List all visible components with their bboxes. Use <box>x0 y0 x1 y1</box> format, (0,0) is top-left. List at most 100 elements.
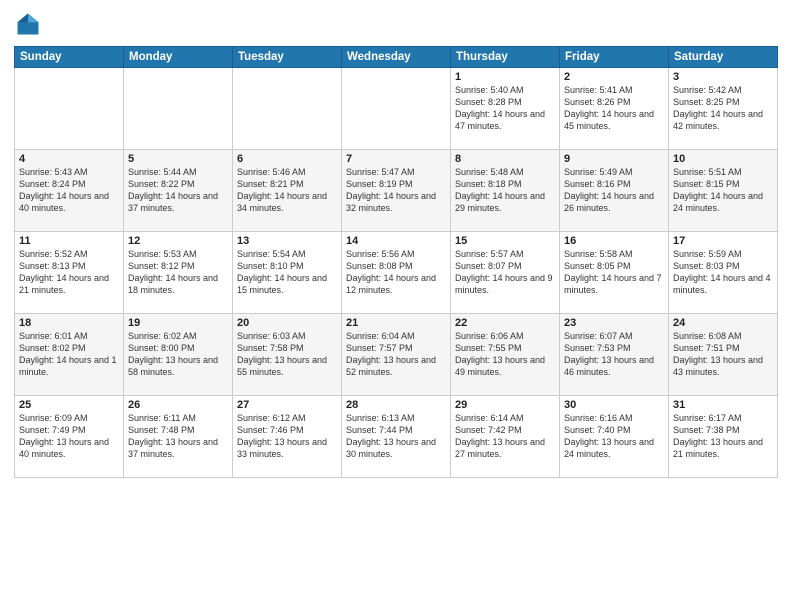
calendar-cell: 10Sunrise: 5:51 AM Sunset: 8:15 PM Dayli… <box>669 150 778 232</box>
calendar-cell: 6Sunrise: 5:46 AM Sunset: 8:21 PM Daylig… <box>233 150 342 232</box>
day-number: 8 <box>455 153 555 165</box>
day-content: Sunrise: 5:47 AM Sunset: 8:19 PM Dayligh… <box>346 166 446 215</box>
day-number: 19 <box>128 317 228 329</box>
day-content: Sunrise: 6:13 AM Sunset: 7:44 PM Dayligh… <box>346 412 446 461</box>
calendar-week-1: 4Sunrise: 5:43 AM Sunset: 8:24 PM Daylig… <box>15 150 778 232</box>
day-number: 15 <box>455 235 555 247</box>
day-number: 16 <box>564 235 664 247</box>
day-content: Sunrise: 5:48 AM Sunset: 8:18 PM Dayligh… <box>455 166 555 215</box>
calendar-week-3: 18Sunrise: 6:01 AM Sunset: 8:02 PM Dayli… <box>15 314 778 396</box>
day-content: Sunrise: 5:52 AM Sunset: 8:13 PM Dayligh… <box>19 248 119 297</box>
day-content: Sunrise: 5:58 AM Sunset: 8:05 PM Dayligh… <box>564 248 664 297</box>
day-number: 4 <box>19 153 119 165</box>
calendar-header-friday: Friday <box>560 47 669 68</box>
calendar-header-sunday: Sunday <box>15 47 124 68</box>
calendar-cell: 30Sunrise: 6:16 AM Sunset: 7:40 PM Dayli… <box>560 396 669 478</box>
day-content: Sunrise: 6:03 AM Sunset: 7:58 PM Dayligh… <box>237 330 337 379</box>
calendar-cell: 9Sunrise: 5:49 AM Sunset: 8:16 PM Daylig… <box>560 150 669 232</box>
day-content: Sunrise: 6:01 AM Sunset: 8:02 PM Dayligh… <box>19 330 119 379</box>
day-number: 21 <box>346 317 446 329</box>
calendar-cell: 19Sunrise: 6:02 AM Sunset: 8:00 PM Dayli… <box>124 314 233 396</box>
day-content: Sunrise: 6:06 AM Sunset: 7:55 PM Dayligh… <box>455 330 555 379</box>
day-number: 17 <box>673 235 773 247</box>
calendar-cell: 4Sunrise: 5:43 AM Sunset: 8:24 PM Daylig… <box>15 150 124 232</box>
day-number: 9 <box>564 153 664 165</box>
calendar-cell <box>342 68 451 150</box>
day-number: 26 <box>128 399 228 411</box>
calendar-header-monday: Monday <box>124 47 233 68</box>
calendar-cell: 7Sunrise: 5:47 AM Sunset: 8:19 PM Daylig… <box>342 150 451 232</box>
calendar-header-wednesday: Wednesday <box>342 47 451 68</box>
day-number: 20 <box>237 317 337 329</box>
calendar-cell <box>15 68 124 150</box>
day-content: Sunrise: 6:09 AM Sunset: 7:49 PM Dayligh… <box>19 412 119 461</box>
header <box>14 10 778 38</box>
calendar-week-0: 1Sunrise: 5:40 AM Sunset: 8:28 PM Daylig… <box>15 68 778 150</box>
calendar-cell: 22Sunrise: 6:06 AM Sunset: 7:55 PM Dayli… <box>451 314 560 396</box>
day-content: Sunrise: 5:42 AM Sunset: 8:25 PM Dayligh… <box>673 84 773 133</box>
day-number: 18 <box>19 317 119 329</box>
day-number: 10 <box>673 153 773 165</box>
calendar-header-tuesday: Tuesday <box>233 47 342 68</box>
calendar-cell: 21Sunrise: 6:04 AM Sunset: 7:57 PM Dayli… <box>342 314 451 396</box>
day-number: 28 <box>346 399 446 411</box>
calendar-header-saturday: Saturday <box>669 47 778 68</box>
page: SundayMondayTuesdayWednesdayThursdayFrid… <box>0 0 792 612</box>
day-content: Sunrise: 6:08 AM Sunset: 7:51 PM Dayligh… <box>673 330 773 379</box>
day-number: 25 <box>19 399 119 411</box>
day-content: Sunrise: 5:49 AM Sunset: 8:16 PM Dayligh… <box>564 166 664 215</box>
day-number: 3 <box>673 71 773 83</box>
calendar-cell: 11Sunrise: 5:52 AM Sunset: 8:13 PM Dayli… <box>15 232 124 314</box>
calendar-cell: 12Sunrise: 5:53 AM Sunset: 8:12 PM Dayli… <box>124 232 233 314</box>
calendar-cell: 1Sunrise: 5:40 AM Sunset: 8:28 PM Daylig… <box>451 68 560 150</box>
calendar-cell: 5Sunrise: 5:44 AM Sunset: 8:22 PM Daylig… <box>124 150 233 232</box>
day-content: Sunrise: 6:12 AM Sunset: 7:46 PM Dayligh… <box>237 412 337 461</box>
day-number: 11 <box>19 235 119 247</box>
calendar-week-2: 11Sunrise: 5:52 AM Sunset: 8:13 PM Dayli… <box>15 232 778 314</box>
day-number: 1 <box>455 71 555 83</box>
day-content: Sunrise: 6:16 AM Sunset: 7:40 PM Dayligh… <box>564 412 664 461</box>
calendar-cell: 18Sunrise: 6:01 AM Sunset: 8:02 PM Dayli… <box>15 314 124 396</box>
day-number: 7 <box>346 153 446 165</box>
day-content: Sunrise: 6:11 AM Sunset: 7:48 PM Dayligh… <box>128 412 228 461</box>
calendar-cell: 15Sunrise: 5:57 AM Sunset: 8:07 PM Dayli… <box>451 232 560 314</box>
calendar-cell: 27Sunrise: 6:12 AM Sunset: 7:46 PM Dayli… <box>233 396 342 478</box>
calendar: SundayMondayTuesdayWednesdayThursdayFrid… <box>14 46 778 478</box>
day-content: Sunrise: 6:02 AM Sunset: 8:00 PM Dayligh… <box>128 330 228 379</box>
day-content: Sunrise: 5:46 AM Sunset: 8:21 PM Dayligh… <box>237 166 337 215</box>
calendar-cell: 28Sunrise: 6:13 AM Sunset: 7:44 PM Dayli… <box>342 396 451 478</box>
calendar-cell: 25Sunrise: 6:09 AM Sunset: 7:49 PM Dayli… <box>15 396 124 478</box>
day-number: 6 <box>237 153 337 165</box>
day-content: Sunrise: 6:17 AM Sunset: 7:38 PM Dayligh… <box>673 412 773 461</box>
calendar-cell <box>124 68 233 150</box>
calendar-header-row: SundayMondayTuesdayWednesdayThursdayFrid… <box>15 47 778 68</box>
day-number: 13 <box>237 235 337 247</box>
logo <box>14 10 46 38</box>
day-content: Sunrise: 5:51 AM Sunset: 8:15 PM Dayligh… <box>673 166 773 215</box>
day-content: Sunrise: 5:54 AM Sunset: 8:10 PM Dayligh… <box>237 248 337 297</box>
day-number: 27 <box>237 399 337 411</box>
calendar-cell: 26Sunrise: 6:11 AM Sunset: 7:48 PM Dayli… <box>124 396 233 478</box>
day-number: 23 <box>564 317 664 329</box>
day-number: 24 <box>673 317 773 329</box>
calendar-cell: 23Sunrise: 6:07 AM Sunset: 7:53 PM Dayli… <box>560 314 669 396</box>
calendar-cell: 31Sunrise: 6:17 AM Sunset: 7:38 PM Dayli… <box>669 396 778 478</box>
calendar-cell: 8Sunrise: 5:48 AM Sunset: 8:18 PM Daylig… <box>451 150 560 232</box>
calendar-cell: 13Sunrise: 5:54 AM Sunset: 8:10 PM Dayli… <box>233 232 342 314</box>
day-number: 12 <box>128 235 228 247</box>
calendar-cell: 14Sunrise: 5:56 AM Sunset: 8:08 PM Dayli… <box>342 232 451 314</box>
day-content: Sunrise: 5:44 AM Sunset: 8:22 PM Dayligh… <box>128 166 228 215</box>
day-content: Sunrise: 6:14 AM Sunset: 7:42 PM Dayligh… <box>455 412 555 461</box>
day-content: Sunrise: 5:53 AM Sunset: 8:12 PM Dayligh… <box>128 248 228 297</box>
day-content: Sunrise: 6:07 AM Sunset: 7:53 PM Dayligh… <box>564 330 664 379</box>
day-number: 2 <box>564 71 664 83</box>
day-content: Sunrise: 5:41 AM Sunset: 8:26 PM Dayligh… <box>564 84 664 133</box>
day-number: 30 <box>564 399 664 411</box>
day-content: Sunrise: 5:40 AM Sunset: 8:28 PM Dayligh… <box>455 84 555 133</box>
day-number: 31 <box>673 399 773 411</box>
calendar-week-4: 25Sunrise: 6:09 AM Sunset: 7:49 PM Dayli… <box>15 396 778 478</box>
day-content: Sunrise: 5:56 AM Sunset: 8:08 PM Dayligh… <box>346 248 446 297</box>
day-number: 14 <box>346 235 446 247</box>
logo-icon <box>14 10 42 38</box>
day-content: Sunrise: 5:43 AM Sunset: 8:24 PM Dayligh… <box>19 166 119 215</box>
